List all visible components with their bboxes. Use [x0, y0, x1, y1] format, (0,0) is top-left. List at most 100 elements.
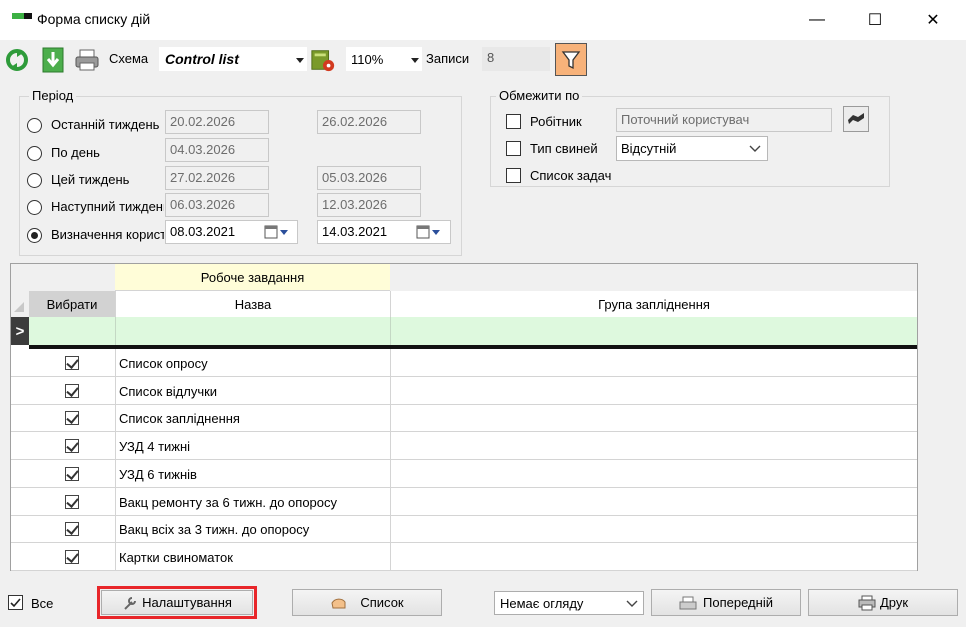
- table-row[interactable]: Список відлучки: [11, 377, 917, 405]
- refresh-icon[interactable]: [4, 46, 30, 74]
- column-header-group[interactable]: Група запліднення: [390, 291, 917, 317]
- scheme-settings-icon[interactable]: [310, 46, 336, 74]
- row-name: Вакц ремонту за 6 тижн. до опоросу: [119, 495, 338, 510]
- table-row[interactable]: Вакц всіх за 3 тижн. до опоросу: [11, 515, 917, 543]
- row-name: УЗД 6 тижнів: [119, 467, 197, 482]
- limit-title: Обмежити по: [496, 88, 583, 103]
- row-name: Картки свиноматок: [119, 550, 233, 565]
- row-select-checkbox[interactable]: [65, 356, 79, 370]
- app-icon: [12, 13, 32, 21]
- tasks-grid: Робоче завдання Вибрати Назва Група запл…: [10, 263, 918, 571]
- download-icon[interactable]: [40, 46, 66, 74]
- row-divider: [11, 570, 917, 571]
- next-week-to: 12.03.2026: [317, 193, 421, 217]
- list-button[interactable]: Список: [292, 589, 442, 616]
- row-name: Список запліднення: [119, 411, 240, 426]
- records-count: 8: [482, 47, 550, 71]
- printer-icon: [858, 595, 876, 610]
- calendar-icon[interactable]: [414, 221, 444, 243]
- next-week-label: Наступний тиждень: [51, 199, 164, 214]
- this-week-from: 27.02.2026: [165, 166, 269, 190]
- calendar-icon[interactable]: [262, 221, 292, 243]
- pig-type-checkbox[interactable]: [506, 141, 521, 156]
- print-label: Друк: [879, 595, 909, 610]
- preview-select[interactable]: Немає огляду: [494, 591, 644, 615]
- scheme-value: Control list: [165, 51, 239, 67]
- user-defined-from-value: 08.03.2021: [170, 224, 236, 239]
- window-title: Форма списку дій: [37, 11, 151, 27]
- zoom-select[interactable]: 110%: [346, 47, 422, 71]
- print-button[interactable]: Друк: [808, 589, 958, 616]
- row-select-checkbox[interactable]: [65, 522, 79, 536]
- new-row[interactable]: [29, 317, 917, 345]
- worker-field: Поточний користувач: [616, 108, 832, 132]
- user-defined-label: Визначення користувача: [51, 227, 164, 242]
- row-select-checkbox[interactable]: [65, 550, 79, 564]
- records-label: Записи: [426, 51, 470, 66]
- print-icon[interactable]: [74, 46, 100, 74]
- row-name: Список опросу: [119, 356, 208, 371]
- radio-last-week[interactable]: [27, 118, 42, 133]
- worker-checkbox[interactable]: [506, 114, 521, 129]
- previous-button[interactable]: Попередній: [651, 589, 801, 616]
- row-name: УЗД 4 тижні: [119, 439, 191, 454]
- close-button[interactable]: ✕: [918, 8, 948, 32]
- pig-type-select[interactable]: Відсутній: [616, 136, 768, 161]
- radio-user-defined[interactable]: [27, 228, 42, 243]
- by-day-label: По день: [51, 145, 100, 160]
- last-week-to: 26.02.2026: [317, 110, 421, 134]
- select-all-label: Все: [31, 596, 54, 611]
- last-week-from: 20.02.2026: [165, 110, 269, 134]
- chevron-down-icon: [749, 145, 761, 152]
- scheme-label: Схема: [109, 51, 149, 66]
- table-row[interactable]: УЗД 4 тижні: [11, 432, 917, 460]
- worker-picker-icon[interactable]: [843, 106, 869, 132]
- column-header-select[interactable]: Вибрати: [29, 291, 115, 317]
- table-row[interactable]: Картки свиноматок: [11, 543, 917, 571]
- maximize-button[interactable]: ☐: [860, 8, 890, 32]
- minimize-button[interactable]: —: [802, 8, 832, 32]
- radio-this-week[interactable]: [27, 173, 42, 188]
- group-header: Робоче завдання: [115, 264, 390, 291]
- table-row[interactable]: Вакц ремонту за 6 тижн. до опоросу: [11, 488, 917, 516]
- task-list-label: Список задач: [530, 168, 612, 183]
- filter-icon[interactable]: [555, 43, 587, 76]
- row-select-checkbox[interactable]: [65, 467, 79, 481]
- this-week-to: 05.03.2026: [317, 166, 421, 190]
- user-defined-to-value: 14.03.2021: [322, 224, 388, 239]
- table-row[interactable]: Список запліднення: [11, 404, 917, 432]
- by-day-date: 04.03.2026: [165, 138, 269, 162]
- task-list-checkbox[interactable]: [506, 168, 521, 183]
- grid-scroll-area: [918, 263, 958, 571]
- column-header-name[interactable]: Назва: [115, 291, 390, 317]
- this-week-label: Цей тиждень: [51, 172, 130, 187]
- scheme-select[interactable]: Control list: [159, 47, 307, 71]
- row-select-checkbox[interactable]: [65, 439, 79, 453]
- next-week-from: 06.03.2026: [165, 193, 269, 217]
- period-title: Період: [29, 88, 77, 103]
- select-all-checkbox[interactable]: [8, 595, 23, 610]
- preview-value: Немає огляду: [500, 596, 584, 611]
- radio-by-day[interactable]: [27, 146, 42, 161]
- worker-label: Робітник: [530, 114, 582, 129]
- preview-icon: [679, 596, 697, 609]
- chevron-down-icon: [296, 58, 304, 63]
- pig-type-label: Тип свиней: [530, 141, 598, 156]
- previous-label: Попередній: [703, 595, 773, 610]
- row-select-checkbox[interactable]: [65, 495, 79, 509]
- list-icon: [331, 598, 346, 608]
- table-row[interactable]: Список опросу: [11, 349, 917, 377]
- row-name: Вакц всіх за 3 тижн. до опоросу: [119, 522, 310, 537]
- radio-next-week[interactable]: [27, 200, 42, 215]
- table-row[interactable]: УЗД 6 тижнів: [11, 460, 917, 488]
- row-name: Список відлучки: [119, 384, 218, 399]
- pig-type-value: Відсутній: [621, 141, 677, 156]
- grid-header-blank: [390, 264, 917, 291]
- chevron-down-icon: [411, 58, 419, 63]
- list-label: Список: [360, 595, 404, 610]
- row-select-checkbox[interactable]: [65, 384, 79, 398]
- wrench-icon: [124, 596, 137, 610]
- chevron-down-icon: [626, 600, 638, 607]
- settings-button[interactable]: Налаштування: [101, 590, 253, 615]
- row-select-checkbox[interactable]: [65, 411, 79, 425]
